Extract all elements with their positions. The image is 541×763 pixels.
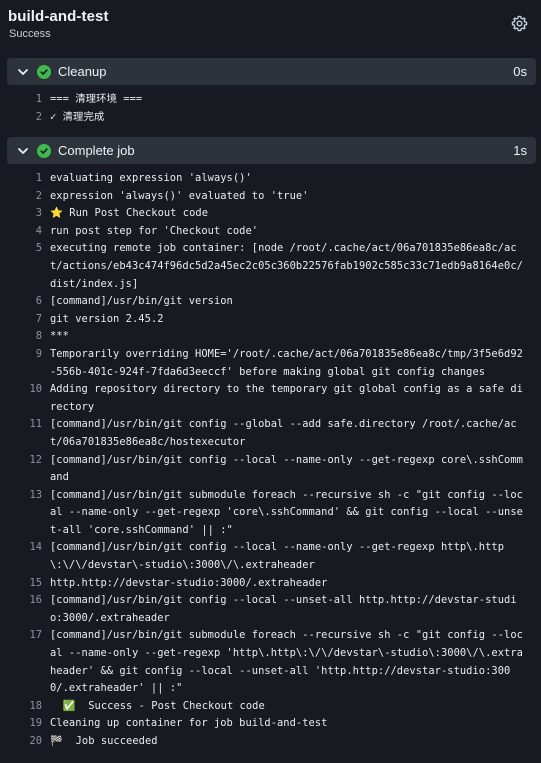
- step-header-cleanup[interactable]: Cleanup 0s: [7, 58, 536, 85]
- line-text: expression 'always()' evaluated to 'true…: [50, 189, 309, 202]
- log-line: 9 Temporarily overriding HOME='/root/.cac…: [0, 346, 541, 381]
- line-number[interactable]: 13: [0, 487, 50, 505]
- line-number[interactable]: 3: [0, 205, 50, 223]
- step-header-complete-job[interactable]: Complete job 1s: [7, 137, 536, 164]
- log-line: 2 expression 'always()' evaluated to 'tru…: [0, 188, 541, 206]
- line-number[interactable]: 14: [0, 539, 50, 557]
- job-status: Success: [9, 28, 51, 40]
- line-text: ✓ 清理完成: [50, 110, 105, 123]
- line-number[interactable]: 9: [0, 346, 50, 364]
- job-title: build-and-test: [8, 8, 109, 25]
- log-line: 14 [command]/usr/bin/git config --local -…: [0, 539, 541, 574]
- line-number[interactable]: 8: [0, 328, 50, 346]
- line-text: ***: [50, 330, 69, 343]
- line-number[interactable]: 2: [0, 188, 50, 206]
- line-number[interactable]: 5: [0, 240, 50, 258]
- line-text: ✅ Success - Post Checkout code: [50, 699, 265, 712]
- log-line: 12 [command]/usr/bin/git config --local -…: [0, 452, 541, 487]
- step-duration: 0s: [513, 64, 527, 79]
- log-line: 10 Adding repository directory to the tem…: [0, 381, 541, 416]
- line-text: Temporarily overriding HOME='/root/.cach…: [50, 347, 523, 378]
- step-log-cleanup: 1 === 清理环境 === 2 ✓ 清理完成: [0, 91, 541, 126]
- step-name: Cleanup: [58, 64, 107, 79]
- step-duration: 1s: [513, 143, 527, 158]
- line-number[interactable]: 12: [0, 452, 50, 470]
- step-name: Complete job: [58, 143, 135, 158]
- line-text: [command]/usr/bin/git config --global --…: [50, 418, 517, 448]
- log-line: 16 [command]/usr/bin/git config --local -…: [0, 592, 541, 627]
- line-text: [command]/usr/bin/git config --local --u…: [50, 594, 517, 624]
- chevron-down-icon[interactable]: [16, 144, 30, 158]
- log-line: 17 [command]/usr/bin/git submodule foreac…: [0, 627, 541, 697]
- line-text: http.http://devstar-studio:3000/.extrahe…: [50, 576, 328, 589]
- line-number[interactable]: 4: [0, 223, 50, 241]
- line-text: [command]/usr/bin/git config --local --n…: [50, 541, 505, 572]
- line-text: Adding repository directory to the tempo…: [50, 383, 523, 413]
- log-line: 7 git version 2.45.2: [0, 311, 541, 329]
- line-text: [command]/usr/bin/git submodule foreach …: [50, 488, 523, 536]
- check-circle-icon: [37, 143, 51, 158]
- log-line: 1 evaluating expression 'always()': [0, 170, 541, 188]
- line-text: run post step for 'Checkout code': [50, 224, 259, 237]
- line-number[interactable]: 10: [0, 381, 50, 399]
- log-line: 4 run post step for 'Checkout code': [0, 223, 541, 241]
- line-number[interactable]: 6: [0, 293, 50, 311]
- log-line: 6 [command]/usr/bin/git version: [0, 293, 541, 311]
- log-line: 2 ✓ 清理完成: [0, 109, 541, 127]
- line-number[interactable]: 1: [0, 91, 50, 109]
- log-line: 3 ⭐ Run Post Checkout code: [0, 205, 541, 223]
- line-text: git version 2.45.2: [50, 312, 164, 325]
- line-number[interactable]: 1: [0, 170, 50, 188]
- line-number[interactable]: 2: [0, 109, 50, 127]
- line-text: 🏁 Job succeeded: [50, 735, 158, 747]
- line-number[interactable]: 7: [0, 311, 50, 329]
- line-text: Cleaning up container for job build-and-…: [50, 717, 328, 730]
- log-line: 19 Cleaning up container for job build-an…: [0, 715, 541, 733]
- line-number[interactable]: 20: [0, 733, 50, 751]
- line-number[interactable]: 17: [0, 627, 50, 645]
- line-number[interactable]: 18: [0, 698, 50, 716]
- gear-icon[interactable]: [509, 13, 529, 33]
- step-log-complete-job: 1 evaluating expression 'always()' 2 expre…: [0, 170, 541, 751]
- log-line: 5 executing remote job container: [node /…: [0, 240, 541, 293]
- log-line: 8 ***: [0, 328, 541, 346]
- log-line: 13 [command]/usr/bin/git submodule foreac…: [0, 487, 541, 540]
- log-line: 20 🏁 Job succeeded: [0, 733, 541, 751]
- line-text: [command]/usr/bin/git submodule foreach …: [50, 629, 523, 695]
- line-text: [command]/usr/bin/git version: [50, 295, 233, 308]
- job-header: build-and-test Success: [0, 0, 541, 56]
- line-text: evaluating expression 'always()': [50, 172, 252, 184]
- line-text: executing remote job container: [node /r…: [50, 242, 523, 290]
- line-text: [command]/usr/bin/git config --local --n…: [50, 453, 523, 484]
- log-line: 1 === 清理环境 ===: [0, 91, 541, 109]
- log-line: 11 [command]/usr/bin/git config --global …: [0, 416, 541, 451]
- chevron-down-icon[interactable]: [16, 65, 30, 79]
- line-number[interactable]: 11: [0, 416, 50, 434]
- line-number[interactable]: 15: [0, 575, 50, 593]
- log-line: 18 ✅ Success - Post Checkout code: [0, 698, 541, 716]
- line-number[interactable]: 16: [0, 592, 50, 610]
- line-text: ⭐ Run Post Checkout code: [50, 207, 209, 220]
- line-text: === 清理环境 ===: [50, 93, 143, 105]
- line-number[interactable]: 19: [0, 715, 50, 733]
- log-line: 15 http.http://devstar-studio:3000/.extra…: [0, 575, 541, 593]
- check-circle-icon: [37, 64, 51, 79]
